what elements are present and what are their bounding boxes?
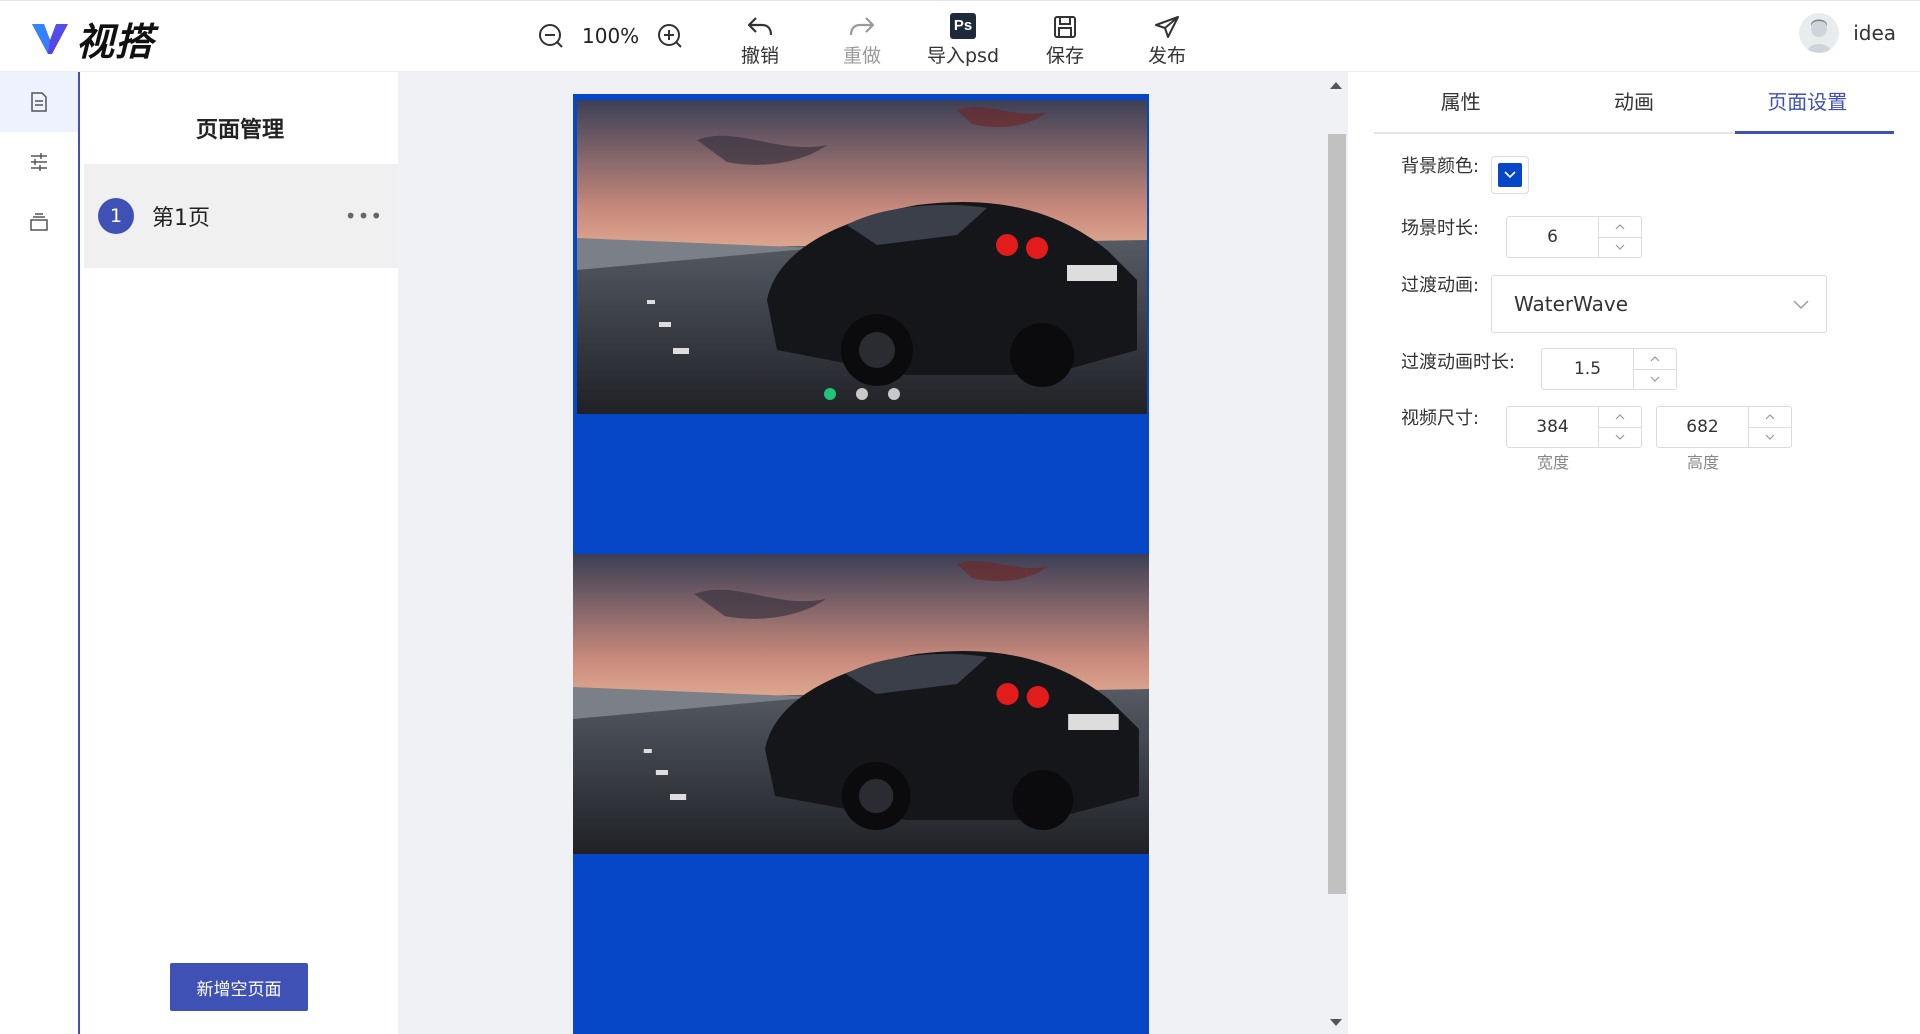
transition-duration-value[interactable]: 1.5 xyxy=(1542,349,1633,389)
carousel-dot-3[interactable] xyxy=(888,388,900,400)
sliders-icon xyxy=(31,153,47,171)
chevron-down-icon xyxy=(1793,300,1809,309)
save-button[interactable]: 保存 xyxy=(1020,11,1110,68)
scroll-thumb[interactable] xyxy=(1328,134,1346,894)
transition-label: 过渡动画: xyxy=(1401,275,1480,296)
step-up-icon[interactable] xyxy=(1749,407,1791,428)
step-up-icon[interactable] xyxy=(1599,217,1641,238)
canvas-area xyxy=(398,72,1348,1034)
video-width-value[interactable]: 384 xyxy=(1507,407,1598,447)
image-element[interactable] xyxy=(573,554,1149,854)
page-manager-panel: 页面管理 1 第1页 ••• 新增空页面 xyxy=(82,72,398,1034)
video-height-value[interactable]: 682 xyxy=(1657,407,1748,447)
tab-page-settings[interactable]: 页面设置 xyxy=(1721,72,1895,134)
bg-color-label: 背景颜色: xyxy=(1401,156,1480,177)
panel-title: 页面管理 xyxy=(195,118,284,143)
step-up-icon[interactable] xyxy=(1634,349,1676,370)
redo-button[interactable]: 重做 xyxy=(817,11,907,68)
video-width-stepper[interactable]: 384 xyxy=(1506,406,1642,448)
duration-value[interactable]: 6 xyxy=(1507,217,1598,257)
step-down-icon[interactable] xyxy=(1599,428,1641,448)
car-photo-icon xyxy=(573,554,1149,854)
rail-item-properties[interactable] xyxy=(0,132,78,192)
left-rail xyxy=(0,72,80,1034)
avatar[interactable] xyxy=(1799,13,1840,53)
canvas-scrollbar[interactable] xyxy=(1324,72,1348,1034)
tab-animation[interactable]: 动画 xyxy=(1547,72,1720,132)
step-down-icon[interactable] xyxy=(1749,428,1791,448)
top-toolbar: 视搭 100% 撤销 重做 Ps 导入psd 保存 发布 idea xyxy=(0,0,1920,72)
step-up-icon[interactable] xyxy=(1599,407,1641,428)
layers-icon xyxy=(30,213,48,231)
step-down-icon[interactable] xyxy=(1634,370,1676,390)
transition-duration-stepper[interactable]: 1.5 xyxy=(1541,348,1677,390)
duration-label: 场景时长: xyxy=(1401,218,1480,239)
user-menu[interactable]: idea xyxy=(1799,13,1896,53)
height-caption: 高度 xyxy=(1686,453,1719,472)
color-swatch xyxy=(1498,163,1522,187)
tab-properties[interactable]: 属性 xyxy=(1374,72,1547,132)
publish-button[interactable]: 发布 xyxy=(1122,11,1212,68)
transition-value: WaterWave xyxy=(1514,292,1629,316)
carousel-image[interactable] xyxy=(577,100,1147,414)
scroll-down-icon[interactable] xyxy=(1330,1019,1342,1026)
save-icon xyxy=(1054,16,1076,38)
carousel-dot-1[interactable] xyxy=(824,388,836,400)
step-down-icon[interactable] xyxy=(1599,238,1641,258)
page-name: 第1页 xyxy=(152,206,210,231)
zoom-in-icon[interactable] xyxy=(655,21,685,51)
undo-button[interactable]: 撤销 xyxy=(715,11,805,68)
redo-icon xyxy=(849,17,875,36)
zoom-level: 100% xyxy=(582,24,640,48)
rail-item-pages[interactable] xyxy=(0,72,78,132)
user-avatar-icon xyxy=(1807,19,1832,53)
list-item-page[interactable]: 1 第1页 ••• xyxy=(84,164,398,268)
video-height-stepper[interactable]: 682 xyxy=(1656,406,1792,448)
transition-select[interactable]: WaterWave xyxy=(1491,275,1827,333)
send-icon xyxy=(1155,16,1179,38)
rail-item-layers[interactable] xyxy=(0,192,78,252)
page-stage[interactable] xyxy=(573,94,1149,1034)
settings-panel: 属性 动画 页面设置 背景颜色: 场景时长: 6 过渡动画: WaterWave… xyxy=(1348,72,1920,1034)
zoom-control: 100% xyxy=(536,21,685,51)
ps-icon: Ps xyxy=(950,13,976,39)
carousel-dots xyxy=(577,388,1147,400)
add-empty-page-button[interactable]: 新增空页面 xyxy=(170,963,308,1011)
username: idea xyxy=(1853,21,1896,45)
transition-duration-label: 过渡动画时长: xyxy=(1401,352,1516,373)
zoom-out-icon[interactable] xyxy=(536,21,566,51)
import-psd-button[interactable]: Ps 导入psd xyxy=(918,11,1008,68)
document-icon xyxy=(31,92,47,112)
video-size-label: 视频尺寸: xyxy=(1401,408,1480,429)
more-icon[interactable]: ••• xyxy=(344,204,384,228)
settings-tabs: 属性 动画 页面设置 xyxy=(1374,72,1895,134)
chevron-down-icon xyxy=(1504,171,1516,179)
logo-v-icon xyxy=(32,24,68,54)
bg-color-picker[interactable] xyxy=(1491,156,1529,194)
logo-text: 视搭 xyxy=(76,19,155,64)
car-photo-icon xyxy=(577,100,1147,414)
scroll-up-icon[interactable] xyxy=(1330,82,1342,89)
duration-stepper[interactable]: 6 xyxy=(1506,216,1642,258)
app-logo[interactable]: 视搭 xyxy=(30,15,154,64)
width-caption: 宽度 xyxy=(1536,453,1569,472)
carousel-dot-2[interactable] xyxy=(856,388,868,400)
page-number-badge: 1 xyxy=(98,198,134,234)
undo-icon xyxy=(747,17,773,36)
